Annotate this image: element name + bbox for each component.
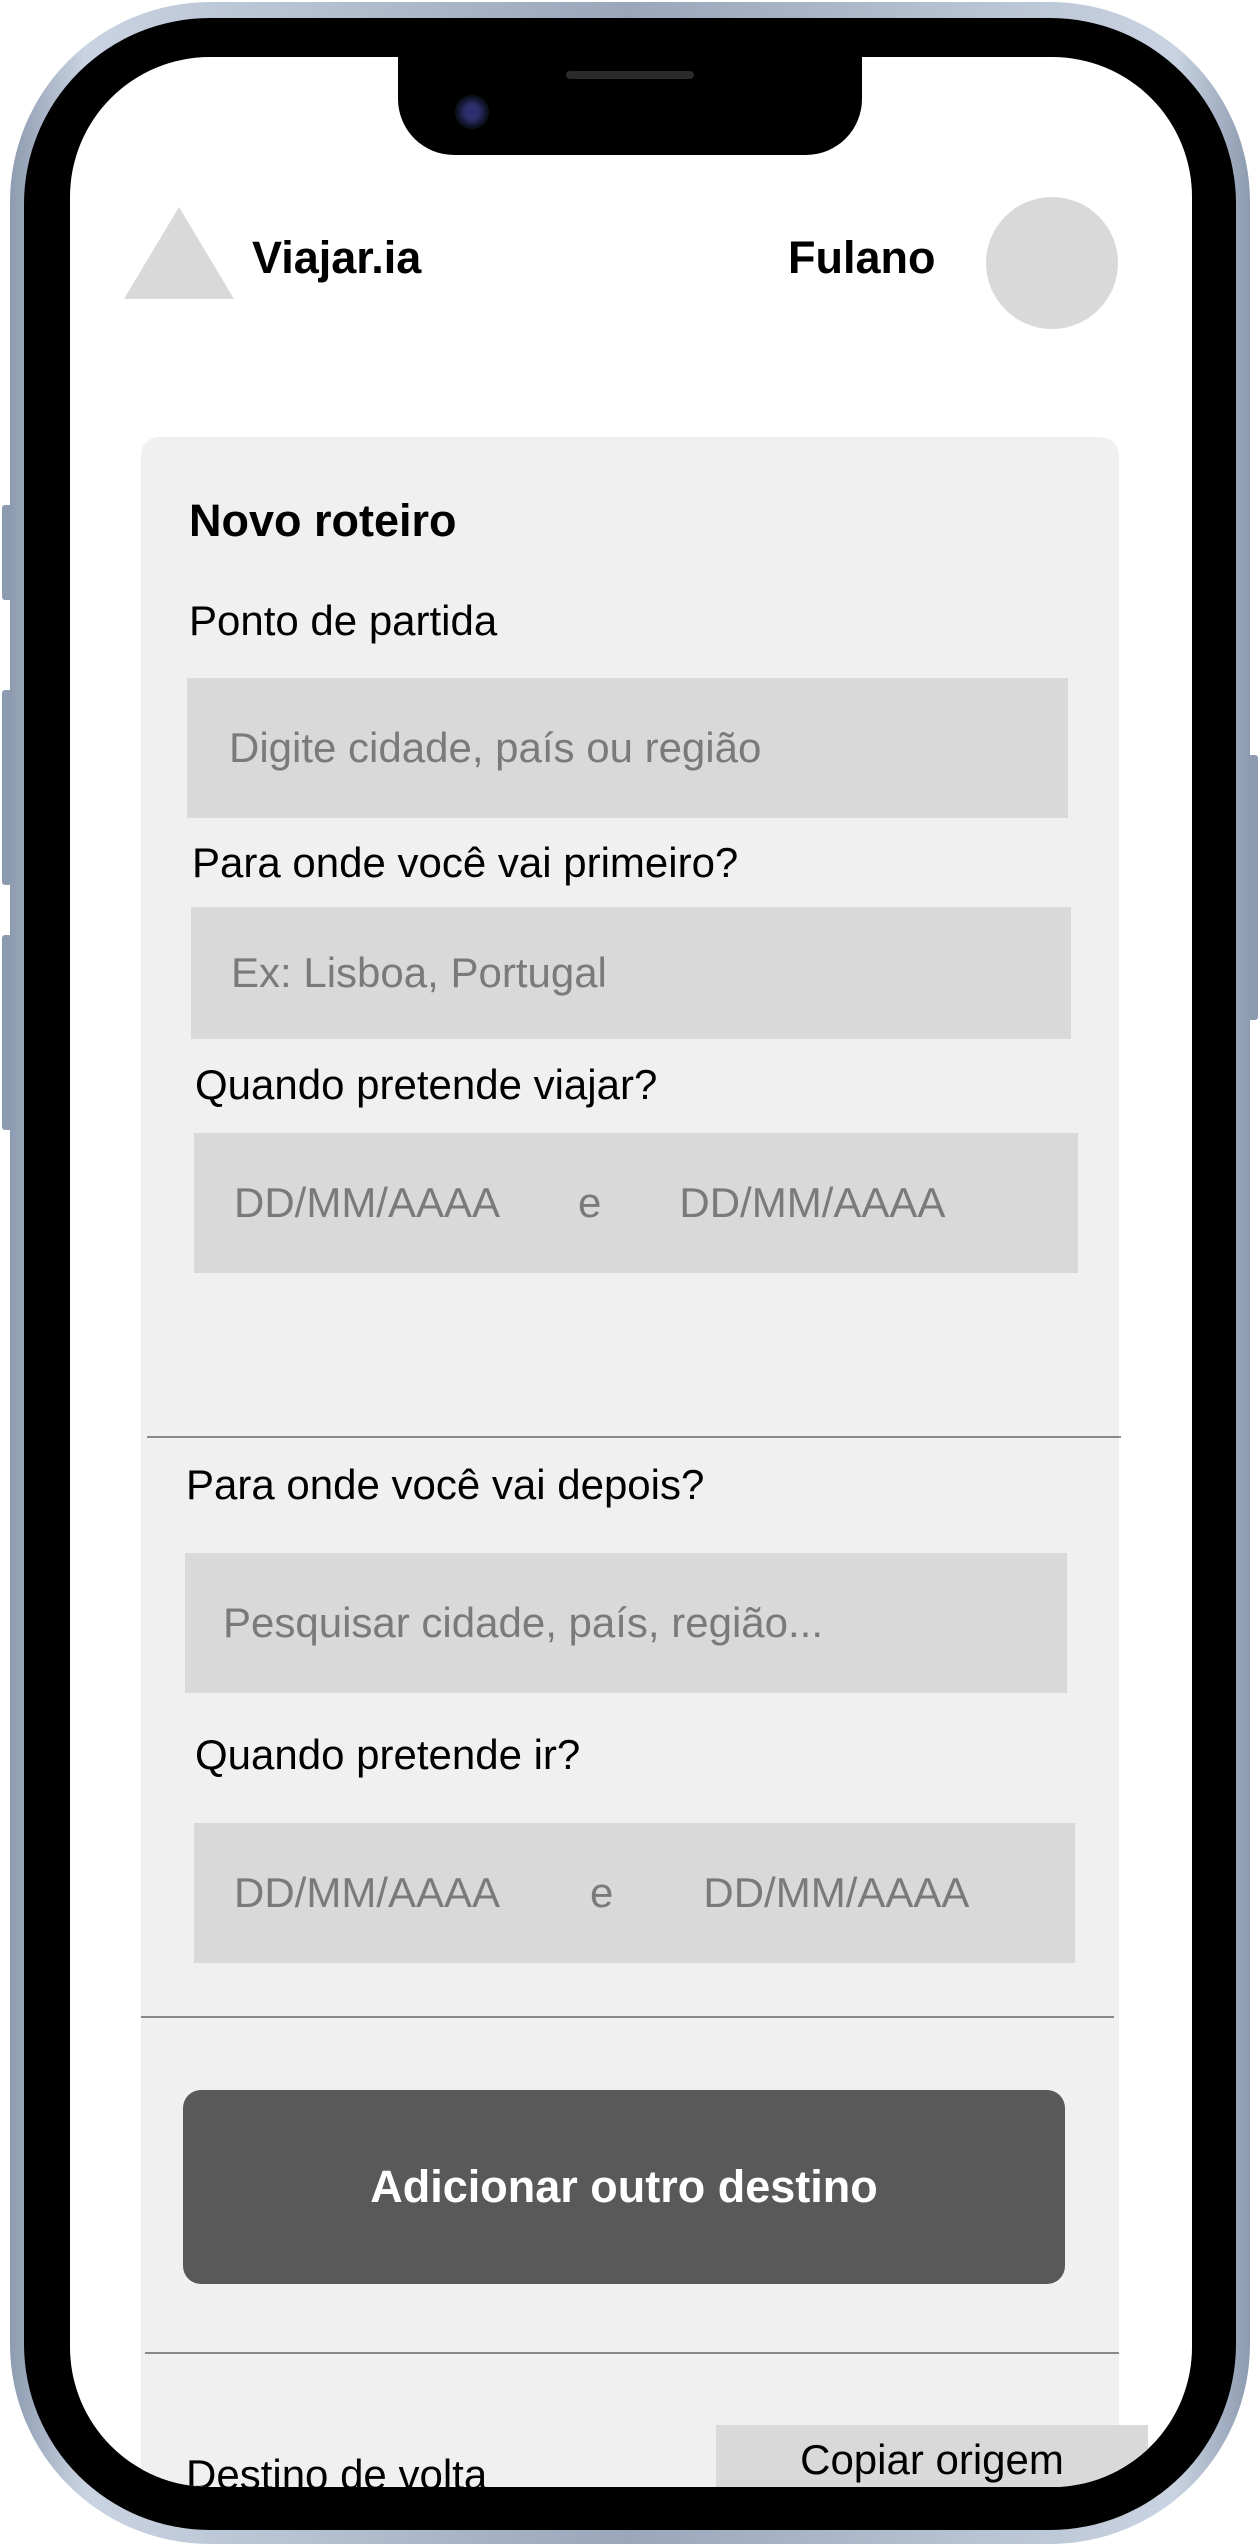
first-destination-placeholder: Ex: Lisboa, Portugal bbox=[231, 949, 607, 996]
first-date-connector: e bbox=[578, 1179, 602, 1226]
new-itinerary-card: Novo roteiro Ponto de partida Digite cid… bbox=[141, 437, 1148, 2487]
origin-placeholder: Digite cidade, país ou região bbox=[229, 724, 762, 771]
first-destination-label: Para onde você vai primeiro? bbox=[192, 839, 739, 886]
speaker-grille bbox=[566, 71, 694, 79]
first-dates-label: Quando pretende viajar? bbox=[195, 1061, 658, 1108]
silent-switch bbox=[2, 505, 12, 600]
triangle-logo-icon bbox=[124, 207, 234, 299]
first-destination-input[interactable]: Ex: Lisboa, Portugal bbox=[191, 907, 1071, 1039]
volume-up-button bbox=[2, 690, 12, 885]
return-destination-label: Destino de volta bbox=[186, 2451, 488, 2487]
first-start-date-placeholder[interactable]: DD/MM/AAAA bbox=[234, 1179, 500, 1227]
copy-origin-button[interactable]: Copiar origem bbox=[716, 2425, 1148, 2487]
first-date-range-input[interactable]: DD/MM/AAAA e DD/MM/AAAA bbox=[194, 1133, 1078, 1273]
next-start-date-placeholder[interactable]: DD/MM/AAAA bbox=[234, 1869, 500, 1917]
volume-down-button bbox=[2, 935, 12, 1130]
section-divider bbox=[141, 2016, 1114, 2018]
card-title: Novo roteiro bbox=[189, 495, 457, 546]
front-camera bbox=[455, 95, 489, 129]
next-date-range-input[interactable]: DD/MM/AAAA e DD/MM/AAAA bbox=[194, 1823, 1075, 1963]
origin-label: Ponto de partida bbox=[189, 597, 498, 644]
notch bbox=[398, 57, 862, 155]
next-destination-placeholder: Pesquisar cidade, país, região... bbox=[223, 1599, 824, 1646]
brand-name[interactable]: Viajar.ia bbox=[252, 232, 421, 284]
next-end-date-placeholder[interactable]: DD/MM/AAAA bbox=[703, 1869, 969, 1917]
next-date-connector: e bbox=[590, 1869, 614, 1916]
first-end-date-placeholder[interactable]: DD/MM/AAAA bbox=[679, 1179, 945, 1227]
next-dates-label: Quando pretende ir? bbox=[195, 1731, 581, 1778]
next-destination-input[interactable]: Pesquisar cidade, país, região... bbox=[185, 1553, 1067, 1693]
screen: Viajar.ia Fulano Novo roteiro Ponto de p… bbox=[70, 57, 1192, 2487]
origin-input[interactable]: Digite cidade, país ou região bbox=[187, 678, 1068, 818]
next-destination-label: Para onde você vai depois? bbox=[186, 1461, 705, 1508]
section-divider bbox=[147, 1436, 1121, 1438]
add-destination-button[interactable]: Adicionar outro destino bbox=[183, 2090, 1065, 2284]
section-divider bbox=[145, 2352, 1119, 2354]
avatar[interactable] bbox=[986, 197, 1118, 329]
user-name[interactable]: Fulano bbox=[788, 232, 935, 284]
power-button bbox=[1248, 755, 1258, 1020]
